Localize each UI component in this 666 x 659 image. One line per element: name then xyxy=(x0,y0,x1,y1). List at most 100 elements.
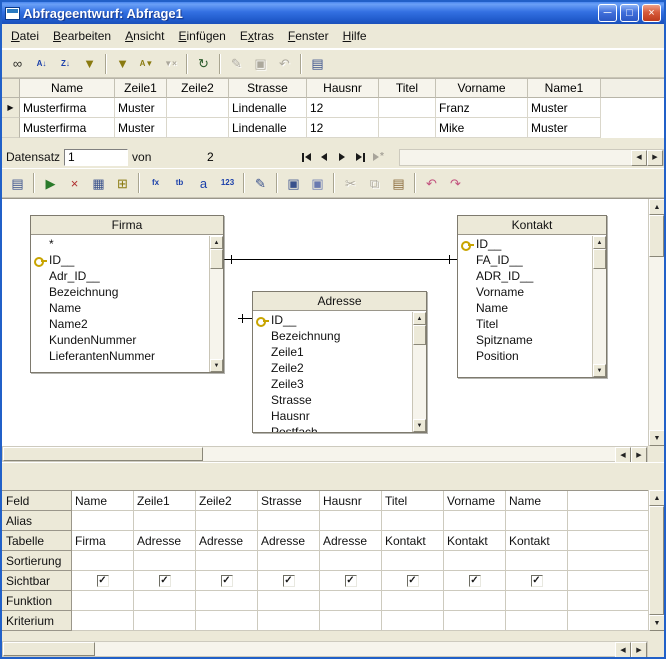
query-cell-alias[interactable] xyxy=(72,511,134,531)
query-cell-alias[interactable] xyxy=(320,511,382,531)
query-cell-feld[interactable]: Hausnr xyxy=(320,491,382,511)
last-record-button[interactable] xyxy=(351,149,369,165)
visible-checkbox[interactable]: ✓ xyxy=(159,575,171,587)
query-cell-alias[interactable] xyxy=(382,511,444,531)
scroll-left-icon[interactable]: ◀ xyxy=(631,150,647,166)
new-query-icon[interactable]: ▤ xyxy=(6,172,29,195)
query-cell-tabelle[interactable]: Adresse xyxy=(196,531,258,551)
datasheet-cell[interactable]: Mike xyxy=(436,118,528,138)
datasheet-cell[interactable] xyxy=(167,98,229,118)
table-field[interactable]: Spitzname xyxy=(458,332,592,348)
query-cell-sortierung[interactable] xyxy=(444,551,506,571)
query-cell-feld[interactable]: Titel xyxy=(382,491,444,511)
table-scrollbar[interactable]: ▲▼ xyxy=(592,236,606,377)
query-cell-feld[interactable]: Name xyxy=(506,491,568,511)
query-cell-sortierung[interactable] xyxy=(196,551,258,571)
query-cell-tabelle[interactable]: Kontakt xyxy=(506,531,568,551)
table-box-title[interactable]: Kontakt xyxy=(458,216,606,235)
datasheet-cell[interactable]: 12 xyxy=(307,118,379,138)
table-field[interactable]: Strasse xyxy=(253,392,412,408)
undo-icon[interactable]: ↶ xyxy=(420,172,443,195)
save-icon[interactable]: ▣ xyxy=(282,172,305,195)
datasheet-column-header[interactable]: Name1 xyxy=(528,79,601,98)
query-cell-tabelle[interactable]: Adresse xyxy=(134,531,196,551)
functions-icon[interactable]: fx xyxy=(144,172,167,195)
datasheet-cell[interactable]: Muster xyxy=(115,98,167,118)
table-field[interactable]: Zeile3 xyxy=(253,376,412,392)
datasheet-cell[interactable] xyxy=(167,118,229,138)
scroll-down-icon[interactable]: ▼ xyxy=(413,419,426,432)
edit-query-icon[interactable]: ✎ xyxy=(249,172,272,195)
table-box-adresse[interactable]: AdresseID__BezeichnungZeile1Zeile2Zeile3… xyxy=(252,291,427,433)
switch-design-view-icon[interactable]: ▦ xyxy=(87,172,110,195)
table-field[interactable]: FA_ID__ xyxy=(458,252,592,268)
table-name-icon[interactable]: tb xyxy=(168,172,191,195)
table-field[interactable]: ADR_ID__ xyxy=(458,268,592,284)
table-field[interactable]: * xyxy=(31,236,209,252)
titlebar[interactable]: Abfrageentwurf: Abfrage1 ─ □ × xyxy=(2,2,664,24)
datasheet-column-header[interactable]: Zeile2 xyxy=(167,79,229,98)
design-horizontal-scrollbar[interactable]: ◀ ▶ xyxy=(2,446,648,462)
table-field[interactable]: Vorname xyxy=(458,284,592,300)
query-cell-sichtbar[interactable]: ✓ xyxy=(134,571,196,591)
table-field[interactable]: Bezeichnung xyxy=(253,328,412,344)
table-field[interactable]: Bezeichnung xyxy=(31,284,209,300)
query-cell-sichtbar[interactable]: ✓ xyxy=(506,571,568,591)
datasheet-cell[interactable]: Musterfirma xyxy=(20,118,115,138)
scrollbar-thumb[interactable] xyxy=(3,447,203,461)
query-cell-kriterium[interactable] xyxy=(258,611,320,631)
run-query-icon[interactable]: ▶ xyxy=(39,172,62,195)
sort-ascending-icon[interactable]: A↓ xyxy=(30,52,53,75)
query-cell-sichtbar[interactable]: ✓ xyxy=(258,571,320,591)
scrollbar-thumb[interactable] xyxy=(593,249,606,269)
datasheet-cell[interactable]: 12 xyxy=(307,98,379,118)
query-cell-funktion[interactable] xyxy=(444,591,506,611)
datasheet-cell[interactable]: Lindenalle xyxy=(229,98,307,118)
visible-checkbox[interactable]: ✓ xyxy=(345,575,357,587)
query-cell-sichtbar[interactable]: ✓ xyxy=(72,571,134,591)
maximize-button[interactable]: □ xyxy=(620,4,639,22)
query-cell-tabelle[interactable]: Adresse xyxy=(320,531,382,551)
query-cell-alias[interactable] xyxy=(444,511,506,531)
datasheet-column-header[interactable]: Name xyxy=(20,79,115,98)
query-cell-funktion[interactable] xyxy=(72,591,134,611)
scrollbar-thumb[interactable] xyxy=(3,642,95,656)
table-field[interactable]: KundenNummer xyxy=(31,332,209,348)
datasheet-cell[interactable]: Lindenalle xyxy=(229,118,307,138)
visible-checkbox[interactable]: ✓ xyxy=(531,575,543,587)
query-cell-sortierung[interactable] xyxy=(382,551,444,571)
first-record-button[interactable] xyxy=(297,149,315,165)
scroll-right-icon[interactable]: ▶ xyxy=(647,150,663,166)
scrollbar-thumb[interactable] xyxy=(413,325,426,345)
query-cell-alias[interactable] xyxy=(258,511,320,531)
query-cell-funktion[interactable] xyxy=(258,591,320,611)
table-field[interactable]: Name2 xyxy=(31,316,209,332)
query-cell-alias[interactable] xyxy=(134,511,196,531)
table-field[interactable]: Name xyxy=(458,300,592,316)
scroll-up-icon[interactable]: ▲ xyxy=(649,490,665,506)
query-cell-tabelle[interactable]: Kontakt xyxy=(382,531,444,551)
query-cell-kriterium[interactable] xyxy=(134,611,196,631)
visible-checkbox[interactable]: ✓ xyxy=(469,575,481,587)
query-cell-tabelle[interactable]: Adresse xyxy=(258,531,320,551)
next-record-button[interactable] xyxy=(333,149,351,165)
table-field[interactable]: ID__ xyxy=(253,312,412,328)
row-selector[interactable]: ▶ xyxy=(2,98,20,118)
scroll-left-icon[interactable]: ◀ xyxy=(615,642,631,658)
menu-item-bearbeiten[interactable]: Bearbeiten xyxy=(46,25,118,47)
datasheet-cell[interactable]: Musterfirma xyxy=(20,98,115,118)
menu-item-einfugen[interactable]: Einfügen xyxy=(171,25,232,47)
query-cell-sortierung[interactable] xyxy=(320,551,382,571)
scroll-up-icon[interactable]: ▲ xyxy=(649,199,665,215)
scroll-down-icon[interactable]: ▼ xyxy=(649,615,665,631)
table-field[interactable]: Position xyxy=(458,348,592,364)
close-button[interactable]: × xyxy=(642,4,661,22)
data-source-as-table-icon[interactable]: ▤ xyxy=(306,52,329,75)
apply-filter-icon[interactable]: A▼ xyxy=(135,52,158,75)
paste-icon[interactable]: ▤ xyxy=(387,172,410,195)
query-cell-funktion[interactable] xyxy=(382,591,444,611)
table-box-kontakt[interactable]: KontaktID__FA_ID__ADR_ID__VornameNameTit… xyxy=(457,215,607,378)
scroll-down-icon[interactable]: ▼ xyxy=(649,430,665,446)
table-box-firma[interactable]: Firma*ID__Adr_ID__BezeichnungNameName2Ku… xyxy=(30,215,224,373)
query-cell-sortierung[interactable] xyxy=(258,551,320,571)
